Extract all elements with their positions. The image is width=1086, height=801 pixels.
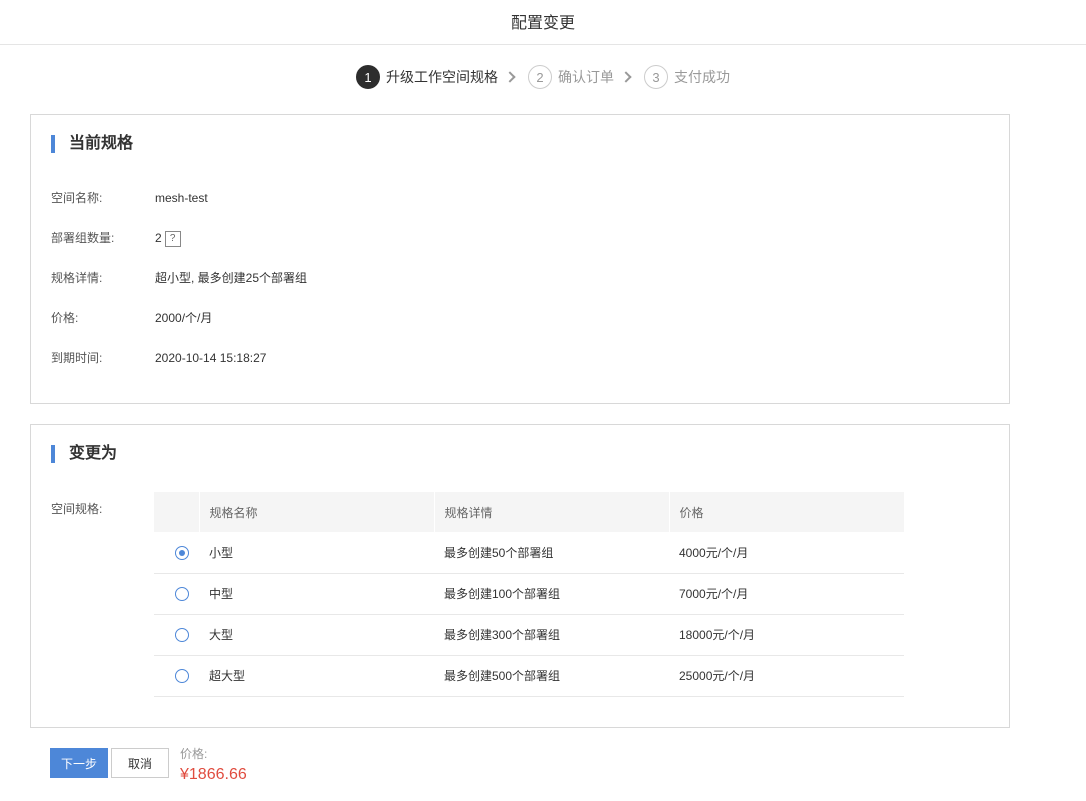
spec-name-cell: 大型 — [199, 614, 434, 656]
spec-table: 规格名称 规格详情 价格 小型 最多创建50个部署组 4000元/个/月 中型 … — [154, 492, 904, 697]
step-3-label: 支付成功 — [674, 69, 730, 85]
field-value: 2020-10-14 15:18:27 — [155, 351, 267, 365]
column-header-detail: 规格详情 — [433, 492, 669, 532]
step-3: 3 支付成功 — [644, 65, 730, 89]
field-label: 部署组数量: — [51, 231, 115, 245]
page-header: 配置变更 — [0, 0, 1086, 45]
field-label: 空间名称: — [51, 191, 103, 205]
stepper: 1 升级工作空间规格 2 确认订单 3 支付成功 — [0, 65, 1086, 89]
spec-name-cell: 小型 — [199, 532, 434, 574]
radio-cell — [154, 614, 199, 656]
select-column-header — [154, 492, 199, 532]
page-title: 配置变更 — [510, 15, 575, 32]
radio-cell — [154, 655, 199, 697]
current-spec-title: 当前规格 — [51, 135, 133, 153]
total-price-label: 价格: — [180, 747, 208, 761]
chevron-right-icon — [504, 71, 516, 83]
table-header-row: 规格名称 规格详情 价格 — [154, 492, 904, 532]
spec-price-cell: 7000元/个/月 — [669, 573, 904, 615]
field-value-wrap: 2? — [155, 231, 181, 247]
spec-price-cell: 4000元/个/月 — [669, 532, 904, 574]
field-value: 2000/个/月 — [155, 311, 213, 325]
step-2: 2 确认订单 — [528, 65, 614, 89]
radio-button[interactable] — [175, 627, 189, 642]
radio-button[interactable] — [175, 668, 189, 683]
spec-price-cell: 25000元/个/月 — [669, 655, 904, 697]
column-header-price: 价格 — [668, 492, 904, 532]
change-spec-title: 变更为 — [51, 445, 117, 463]
step-2-label: 确认订单 — [558, 69, 614, 85]
current-spec-card: 当前规格 空间名称: mesh-test 部署组数量: 2? 规格详情: 超小型… — [30, 114, 1010, 404]
spec-detail-cell: 最多创建50个部署组 — [434, 532, 669, 574]
chevron-right-icon — [620, 71, 632, 83]
field-value: 超小型, 最多创建25个部署组 — [155, 271, 308, 285]
total-price-value: ¥1866.66 — [180, 766, 247, 783]
field-label: 价格: — [51, 311, 79, 325]
spec-detail-cell: 最多创建100个部署组 — [434, 573, 669, 615]
next-step-button[interactable]: 下一步 — [50, 748, 108, 778]
radio-button[interactable] — [175, 545, 189, 560]
spec-name-cell: 中型 — [199, 573, 434, 615]
help-icon[interactable]: ? — [164, 231, 181, 247]
field-label: 到期时间: — [51, 351, 103, 365]
step-1-number: 1 — [356, 65, 380, 89]
step-1: 1 升级工作空间规格 — [356, 65, 498, 89]
radio-cell — [154, 532, 199, 574]
field-label: 规格详情: — [51, 271, 103, 285]
radio-button[interactable] — [175, 586, 189, 601]
spec-price-cell: 18000元/个/月 — [669, 614, 904, 656]
field-value: mesh-test — [155, 191, 208, 205]
table-row[interactable]: 小型 最多创建50个部署组 4000元/个/月 — [154, 532, 904, 574]
radio-cell — [154, 573, 199, 615]
spec-detail-cell: 最多创建500个部署组 — [434, 655, 669, 697]
table-row[interactable]: 超大型 最多创建500个部署组 25000元/个/月 — [154, 655, 904, 697]
step-2-number: 2 — [528, 65, 552, 89]
cancel-button[interactable]: 取消 — [111, 748, 169, 778]
spec-name-cell: 超大型 — [199, 655, 434, 697]
field-value: 2 — [155, 231, 162, 246]
step-3-number: 3 — [644, 65, 668, 89]
spec-detail-cell: 最多创建300个部署组 — [434, 614, 669, 656]
table-row[interactable]: 大型 最多创建300个部署组 18000元/个/月 — [154, 614, 904, 656]
table-row[interactable]: 中型 最多创建100个部署组 7000元/个/月 — [154, 573, 904, 615]
change-spec-card: 变更为 空间规格: 规格名称 规格详情 价格 小型 最多创建50个部署组 400… — [30, 424, 1010, 728]
column-header-name: 规格名称 — [198, 492, 434, 532]
spec-label: 空间规格: — [51, 502, 103, 516]
step-1-label: 升级工作空间规格 — [386, 69, 498, 85]
